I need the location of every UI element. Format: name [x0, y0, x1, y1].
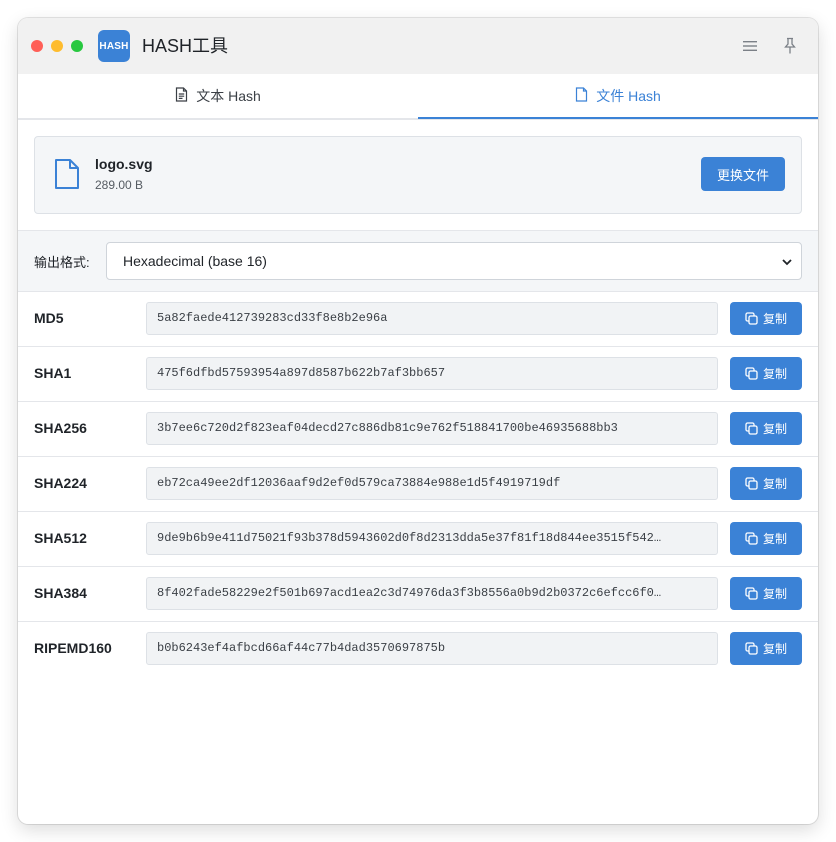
- chevron-down-icon: [781, 255, 793, 267]
- hash-name: MD5: [34, 310, 64, 326]
- tab-file-hash[interactable]: 文件 Hash: [418, 74, 818, 118]
- copy-button-label: 复制: [762, 477, 787, 491]
- copy-icon: [745, 477, 758, 490]
- copy-icon: [745, 422, 758, 435]
- file-name: logo.svg: [95, 156, 153, 172]
- document-icon: [175, 87, 188, 105]
- hash-value-field[interactable]: 8f402fade58229e2f501b697acd1ea2c3d74976d…: [146, 577, 718, 610]
- copy-button[interactable]: 复制: [730, 577, 802, 610]
- hash-results-list: MD5 5a82faede412739283cd33f8e8b2e96a 复制 …: [18, 292, 818, 677]
- app-window: HASH HASH工具 文本 Hash 文件 Hash logo.svg 289…: [18, 18, 818, 824]
- hash-value-field[interactable]: 3b7ee6c720d2f823eaf04decd27c886db81c9e76…: [146, 412, 718, 445]
- copy-button[interactable]: 复制: [730, 467, 802, 500]
- hash-name: SHA224: [34, 475, 87, 491]
- app-title: HASH工具: [142, 36, 229, 56]
- file-size: 289.00 B: [95, 178, 144, 192]
- copy-button-label: 复制: [762, 422, 787, 436]
- copy-button[interactable]: 复制: [730, 357, 802, 390]
- tab-bar: 文本 Hash 文件 Hash: [18, 74, 818, 120]
- pin-icon[interactable]: [780, 36, 800, 56]
- app-logo: HASH: [98, 30, 130, 62]
- hash-name: SHA384: [34, 585, 87, 601]
- tab-text-hash[interactable]: 文本 Hash: [18, 74, 418, 118]
- hash-name: SHA512: [34, 530, 87, 546]
- hash-name: SHA1: [34, 365, 72, 381]
- copy-button-label: 复制: [762, 312, 787, 326]
- file-card: logo.svg 289.00 B 更换文件: [34, 136, 802, 214]
- output-format-value: Hexadecimal (base 16): [123, 253, 267, 269]
- copy-button-label: 复制: [762, 587, 787, 601]
- copy-icon: [745, 642, 758, 655]
- hash-row-sha1: SHA1 475f6dfbd57593954a897d8587b622b7af3…: [18, 347, 818, 402]
- copy-icon: [745, 312, 758, 325]
- hash-row-sha256: SHA256 3b7ee6c720d2f823eaf04decd27c886db…: [18, 402, 818, 457]
- file-section: logo.svg 289.00 B 更换文件: [18, 120, 818, 230]
- hash-value-field[interactable]: 9de9b6b9e411d75021f93b378d5943602d0f8d23…: [146, 522, 718, 555]
- hash-name: SHA256: [34, 420, 87, 436]
- copy-icon: [745, 532, 758, 545]
- copy-button[interactable]: 复制: [730, 632, 802, 665]
- active-tab-indicator: [418, 117, 818, 119]
- hash-row-sha224: SHA224 eb72ca49ee2df12036aaf9d2ef0d579ca…: [18, 457, 818, 512]
- menu-icon[interactable]: [740, 36, 760, 56]
- close-window-button[interactable]: [31, 40, 43, 52]
- hash-value-field[interactable]: eb72ca49ee2df12036aaf9d2ef0d579ca73884e9…: [146, 467, 718, 500]
- copy-button[interactable]: 复制: [730, 302, 802, 335]
- output-format-label: 输出格式:: [34, 255, 90, 270]
- hash-value-field[interactable]: b0b6243ef4afbcd66af44c77b4dad3570697875b: [146, 632, 718, 665]
- hash-value-field[interactable]: 475f6dfbd57593954a897d8587b622b7af3bb657: [146, 357, 718, 390]
- file-icon: [575, 87, 588, 105]
- output-format-select[interactable]: Hexadecimal (base 16): [106, 242, 802, 280]
- title-bar: HASH HASH工具: [18, 18, 818, 74]
- copy-button[interactable]: 复制: [730, 522, 802, 555]
- file-icon: [53, 158, 81, 190]
- hash-row-md5: MD5 5a82faede412739283cd33f8e8b2e96a 复制: [18, 292, 818, 347]
- hash-name: RIPEMD160: [34, 640, 112, 656]
- copy-icon: [745, 367, 758, 380]
- tab-file-hash-label: 文件 Hash: [596, 88, 661, 104]
- output-format-row: 输出格式: Hexadecimal (base 16): [18, 230, 818, 292]
- hash-row-sha384: SHA384 8f402fade58229e2f501b697acd1ea2c3…: [18, 567, 818, 622]
- copy-button-label: 复制: [762, 367, 787, 381]
- copy-button[interactable]: 复制: [730, 412, 802, 445]
- copy-button-label: 复制: [762, 642, 787, 656]
- tab-text-hash-label: 文本 Hash: [196, 88, 261, 104]
- zoom-window-button[interactable]: [71, 40, 83, 52]
- change-file-button[interactable]: 更换文件: [701, 157, 785, 191]
- minimize-window-button[interactable]: [51, 40, 63, 52]
- copy-button-label: 复制: [762, 532, 787, 546]
- copy-icon: [745, 587, 758, 600]
- hash-row-sha512: SHA512 9de9b6b9e411d75021f93b378d5943602…: [18, 512, 818, 567]
- hash-row-ripemd160: RIPEMD160 b0b6243ef4afbcd66af44c77b4dad3…: [18, 622, 818, 677]
- hash-value-field[interactable]: 5a82faede412739283cd33f8e8b2e96a: [146, 302, 718, 335]
